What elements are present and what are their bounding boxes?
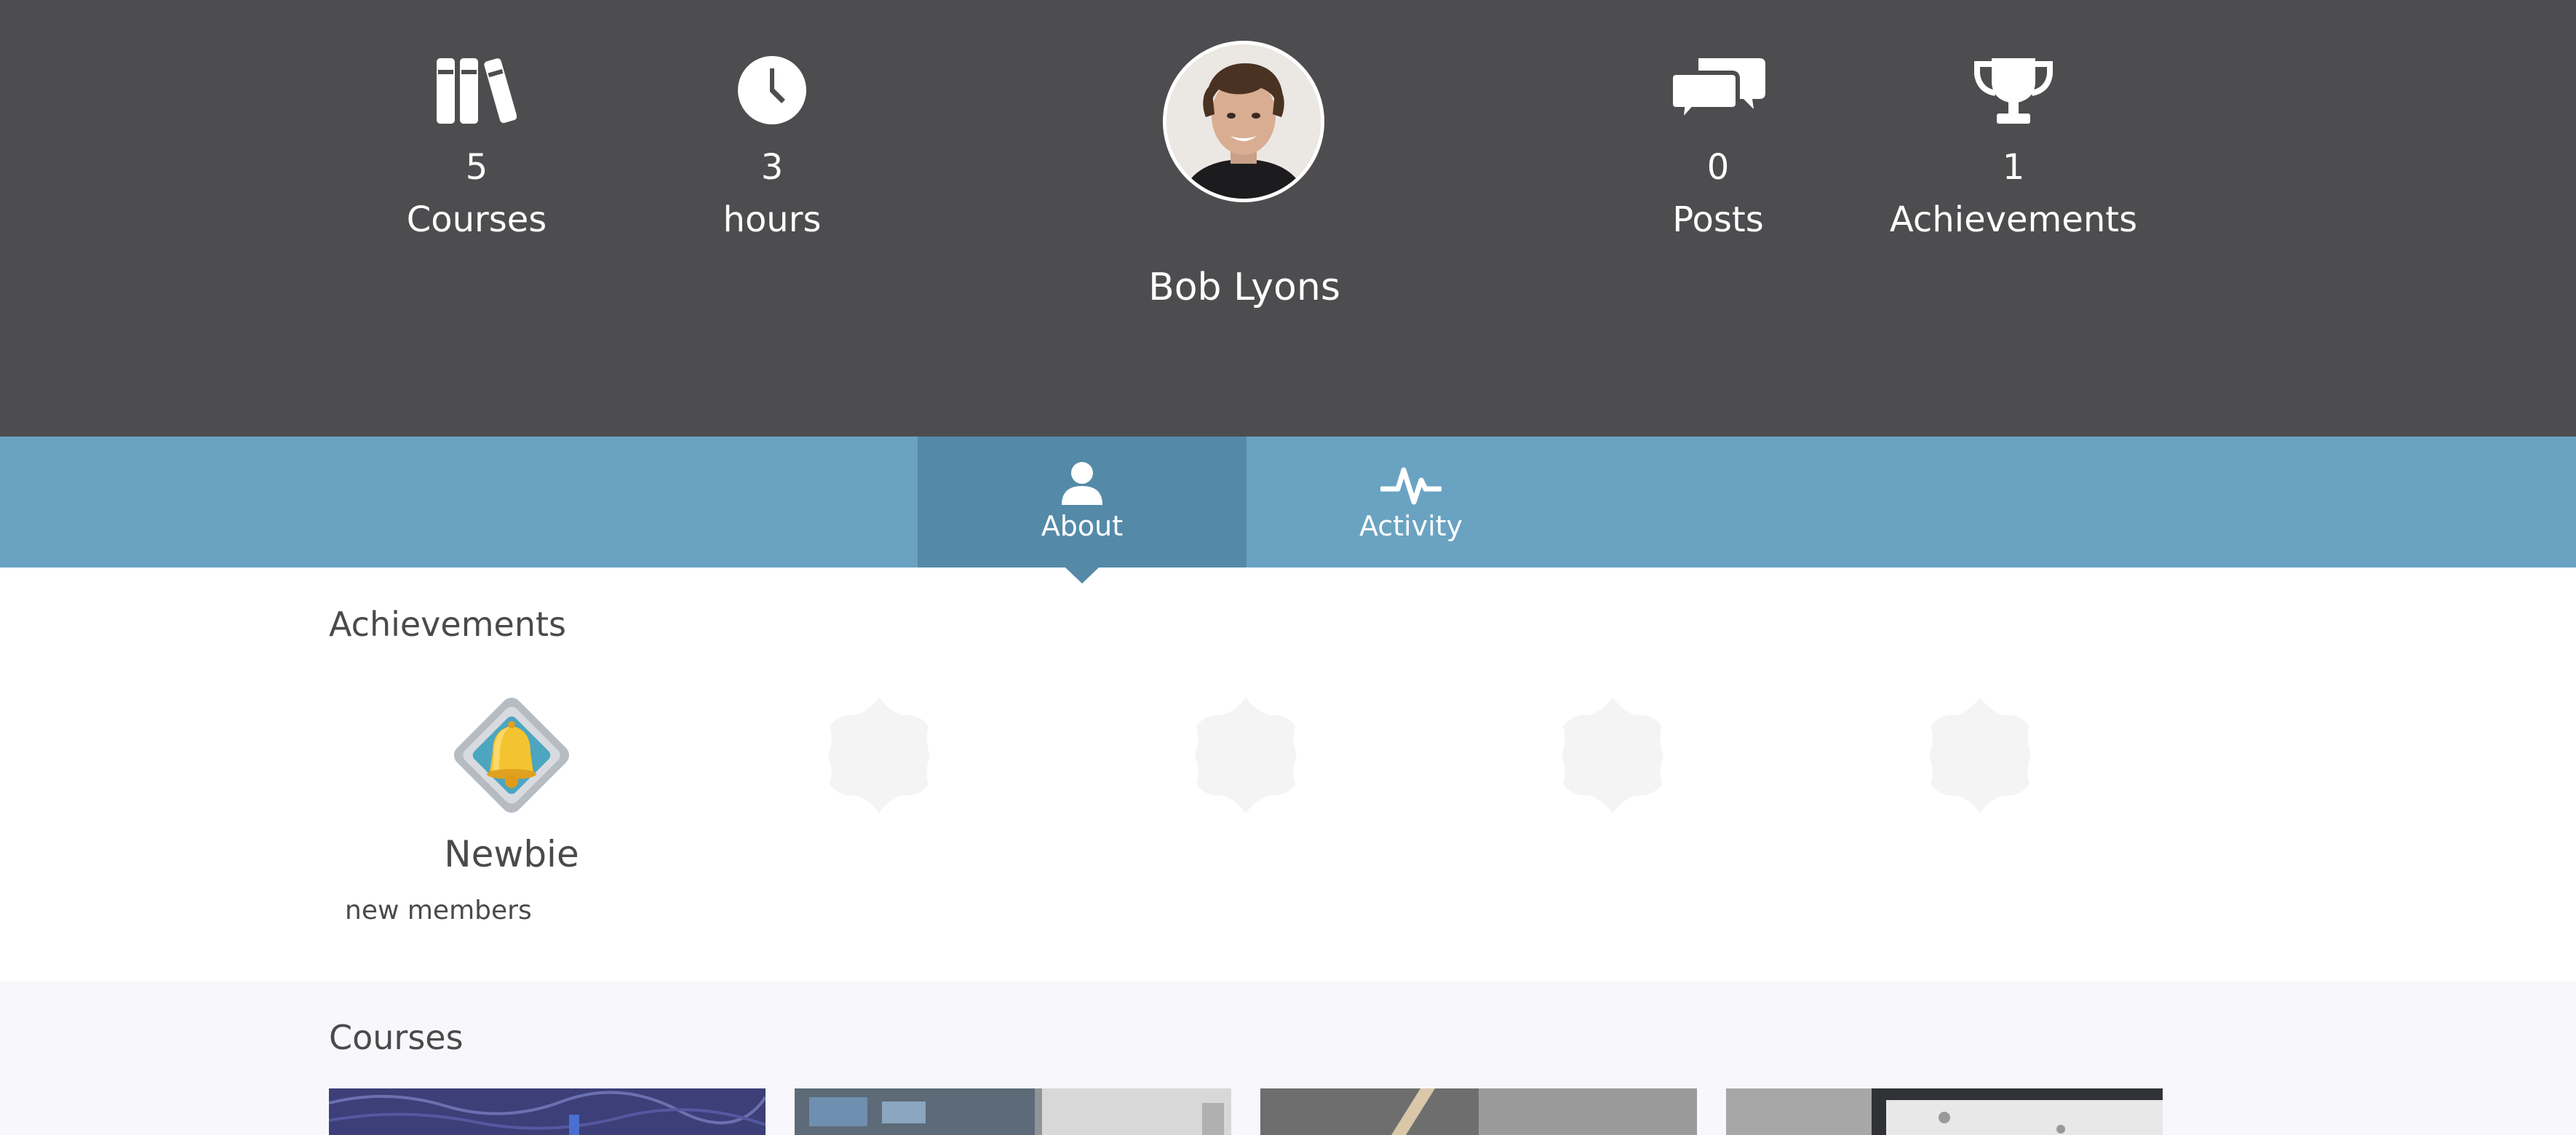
badge-placeholder [1182, 691, 1310, 819]
pulse-icon [1380, 467, 1442, 505]
course-card[interactable] [1260, 1088, 1697, 1135]
tab-about-label: About [1041, 510, 1124, 542]
stat-posts-value: 0 [1706, 147, 1730, 188]
badge-newbie-name: Newbie [444, 833, 579, 875]
profile-tabbar: About Activity [0, 437, 2576, 568]
course-thumbnail [329, 1088, 766, 1135]
locked-badge-icon [1195, 697, 1297, 813]
course-card[interactable] [329, 1088, 766, 1135]
badge-placeholder [1916, 691, 2044, 819]
stat-hours-value: 3 [760, 147, 784, 188]
achievements-heading: Achievements [329, 605, 566, 644]
bell-badge-icon [453, 697, 570, 813]
user-icon [1062, 462, 1102, 505]
locked-badge-icon [1562, 697, 1663, 813]
badge-newbie-description: new members [345, 896, 532, 925]
stat-posts[interactable]: 0 Posts [1565, 55, 1871, 242]
stat-achievements[interactable]: 1 Achievements [1861, 55, 2166, 242]
badge-placeholder [1549, 691, 1677, 819]
avatar-photo [1166, 44, 1321, 199]
tab-activity-label: Activity [1359, 510, 1463, 542]
badge-placeholder [815, 691, 943, 819]
locked-badge-icon [828, 697, 930, 813]
courses-section: Courses [0, 981, 2576, 1135]
books-icon [437, 58, 517, 124]
tab-activity[interactable]: Activity [1247, 437, 1575, 568]
profile-name: Bob Lyons [1148, 266, 1340, 309]
course-card[interactable] [1726, 1088, 2163, 1135]
course-thumbnail [1260, 1088, 1697, 1135]
active-tab-pointer [1065, 568, 1099, 584]
stat-hours-label: hours [723, 199, 822, 240]
locked-badge-icon [1929, 697, 2031, 813]
stat-courses[interactable]: 5 Courses [324, 55, 629, 242]
comments-icon [1671, 58, 1765, 125]
stat-hours[interactable]: 3 hours [619, 55, 925, 242]
stat-courses-label: Courses [406, 199, 547, 240]
avatar[interactable] [1163, 41, 1324, 202]
avatar-image [1166, 44, 1321, 199]
stat-posts-label: Posts [1672, 199, 1764, 240]
badge-newbie[interactable] [448, 691, 576, 819]
stat-achievements-value: 1 [2002, 147, 2025, 188]
course-thumbnail [795, 1088, 1231, 1135]
clock-icon [738, 56, 806, 124]
stat-achievements-label: Achievements [1889, 199, 2138, 240]
stat-courses-value: 5 [465, 147, 488, 188]
trophy-icon [1974, 58, 2053, 124]
courses-heading: Courses [329, 1018, 464, 1057]
tab-about[interactable]: About [918, 437, 1247, 568]
course-thumbnail [1726, 1088, 2163, 1135]
course-card[interactable] [795, 1088, 1231, 1135]
profile-header: 5 Courses 3 hours Bob Lyons 0 Posts 1 Ac… [0, 0, 2576, 437]
